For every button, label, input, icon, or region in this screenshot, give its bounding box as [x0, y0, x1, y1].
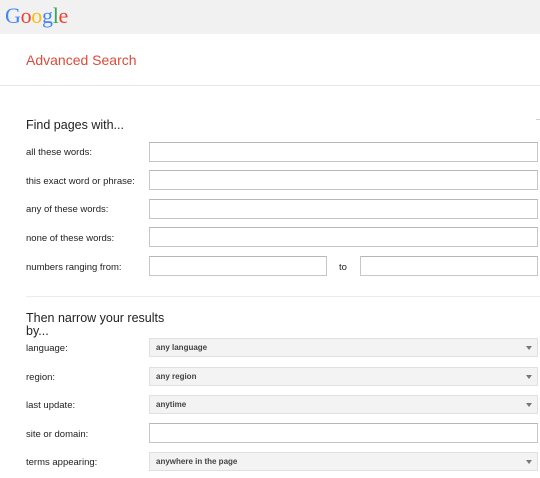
logo-letter: e	[58, 3, 69, 28]
page-title: Advanced Search	[26, 52, 137, 68]
last-update-selected-value: anytime	[156, 400, 187, 409]
region-label: region:	[26, 372, 56, 383]
find-pages-heading: Find pages with...	[26, 118, 124, 132]
logo-letter: o	[31, 3, 42, 28]
top-bar: Google	[0, 0, 540, 34]
site-domain-input[interactable]	[149, 423, 538, 443]
terms-selected-value: anywhere in the page	[156, 457, 238, 466]
last-update-label: last update:	[26, 400, 76, 411]
exact-phrase-label: this exact word or phrase:	[26, 176, 135, 187]
any-words-label: any of these words:	[26, 204, 109, 215]
all-words-input[interactable]	[149, 142, 538, 162]
all-words-label: all these words:	[26, 147, 93, 158]
none-words-label: none of these words:	[26, 233, 115, 244]
language-selected-value: any language	[156, 343, 208, 352]
dropdown-arrow-icon	[526, 346, 532, 350]
site-domain-label: site or domain:	[26, 429, 89, 440]
region-selected-value: any region	[156, 372, 197, 381]
numbers-from-input[interactable]	[149, 256, 327, 276]
region-select[interactable]: any region	[149, 367, 538, 386]
numbers-range-label: numbers ranging from:	[26, 262, 122, 273]
google-logo[interactable]: Google	[5, 3, 68, 29]
terms-appearing-select[interactable]: anywhere in the page	[149, 452, 538, 471]
title-bar: Advanced Search	[0, 34, 540, 86]
language-label: language:	[26, 343, 68, 354]
section-divider	[26, 296, 540, 297]
exact-phrase-input[interactable]	[149, 170, 538, 190]
logo-letter: G	[5, 3, 21, 28]
narrow-results-heading-line1: Then narrow your results	[26, 311, 165, 325]
numbers-to-label: to	[339, 262, 347, 273]
section-divider-mark	[536, 119, 540, 120]
terms-appearing-label: terms appearing:	[26, 457, 98, 468]
dropdown-arrow-icon	[526, 375, 532, 379]
language-select[interactable]: any language	[149, 338, 538, 357]
logo-letter: g	[42, 3, 53, 28]
dropdown-arrow-icon	[526, 460, 532, 464]
narrow-results-heading-line2: by...	[26, 324, 49, 338]
dropdown-arrow-icon	[526, 403, 532, 407]
numbers-to-input[interactable]	[360, 256, 538, 276]
logo-letter: o	[20, 3, 32, 28]
any-words-input[interactable]	[149, 199, 538, 219]
none-words-input[interactable]	[149, 227, 538, 247]
last-update-select[interactable]: anytime	[149, 395, 538, 414]
